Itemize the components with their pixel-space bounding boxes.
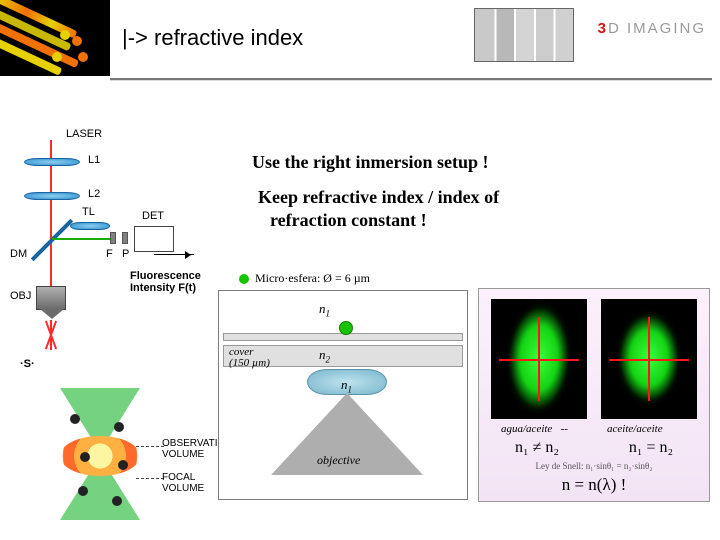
particle-dot (80, 452, 90, 462)
label-obj: OBJ (10, 290, 31, 302)
label-p: P (122, 248, 129, 260)
eq-dispersion: n = n(λ) ! (479, 475, 709, 495)
particle-dot (114, 422, 124, 432)
header-divider (110, 78, 712, 81)
caption-right: aceite/aceite (607, 423, 663, 435)
label-fluorescence: Fluorescence (130, 270, 201, 282)
label-laser: LASER (66, 128, 102, 140)
slide-header: |-> refractive index 3D IMAGING (0, 0, 720, 76)
label-intensity: Intensity F(t) (130, 282, 196, 294)
equation-row: n₁ ≠ n₂ n₁ = n₂ (479, 439, 709, 457)
label-n1-top: n1 (319, 301, 330, 319)
particle-dot (112, 496, 122, 506)
lens-l1-icon (24, 158, 80, 166)
psf-image-mismatched (491, 299, 587, 419)
slide-title: |-> refractive index (122, 25, 303, 51)
psf-comparison-panel: agua/aceite -- aceite/aceite n₁ ≠ n₂ n₁ … (478, 288, 710, 502)
particle-dot (118, 460, 128, 470)
crosshair-v-icon (538, 317, 540, 401)
label-dm: DM (10, 248, 27, 260)
grayscale-strip-thumbnail (474, 8, 574, 62)
objective-icon (36, 286, 66, 310)
label-n2: n2 (319, 347, 330, 365)
bead-dot-icon (239, 274, 249, 284)
pinhole-icon (122, 232, 128, 244)
caption-left: agua/aceite -- (501, 423, 568, 435)
label-focalvol: FOCAL VOLUME (162, 472, 204, 494)
label-f: F (106, 248, 113, 260)
particle-dot (78, 486, 88, 496)
particle-dot (70, 414, 80, 424)
logo-red-3: 3 (598, 20, 608, 37)
lens-l2-icon (24, 192, 80, 200)
label-objective: objective (317, 453, 360, 468)
instruction-line-2: Keep refractive index / index of refract… (258, 186, 499, 233)
eq-n1-ne-n2: n₁ ≠ n₂ (482, 439, 592, 457)
focus-ray3 (50, 320, 52, 350)
label-n1-bot: n1 (341, 377, 352, 395)
label-det: DET (142, 210, 164, 222)
label-s: ·S· (20, 358, 35, 370)
detector-box (134, 226, 174, 252)
label-l2: L2 (88, 188, 100, 200)
observation-volume-blob (60, 436, 140, 476)
dichroic-mirror-icon (31, 219, 73, 261)
bead-note: Micro·esfera: Ø = 6 µm (239, 271, 370, 286)
instruction-line-1: Use the right inmersion setup ! (252, 152, 489, 173)
psf-image-matched (601, 299, 697, 419)
lens-tl-icon (70, 222, 110, 230)
pointer-line (136, 478, 164, 479)
micro-bead-icon (339, 321, 353, 335)
label-l1: L1 (88, 154, 100, 166)
focal-volume-diagram: OBSERVATIONVOLUME FOCAL VOLUME (28, 388, 188, 534)
crosshair-v-icon (648, 317, 650, 401)
output-arrow-icon (154, 254, 194, 255)
filter-icon (110, 232, 116, 244)
label-cover: cover(150 µm) (229, 347, 270, 369)
emission-beam (52, 238, 112, 240)
neuron-thumbnail (0, 0, 110, 76)
pointer-line (136, 446, 164, 447)
label-tl: TL (82, 206, 95, 218)
snell-law-caption: Ley de Snell: n₁·sinθ₁ = n₂·sinθ₂ (479, 461, 709, 471)
refraction-schematic: Micro·esfera: Ø = 6 µm n1 n2 n1 cover(15… (218, 290, 468, 500)
logo-3d-imaging: 3D IMAGING (598, 20, 706, 37)
eq-n1-eq-n2: n₁ = n₂ (596, 439, 706, 457)
